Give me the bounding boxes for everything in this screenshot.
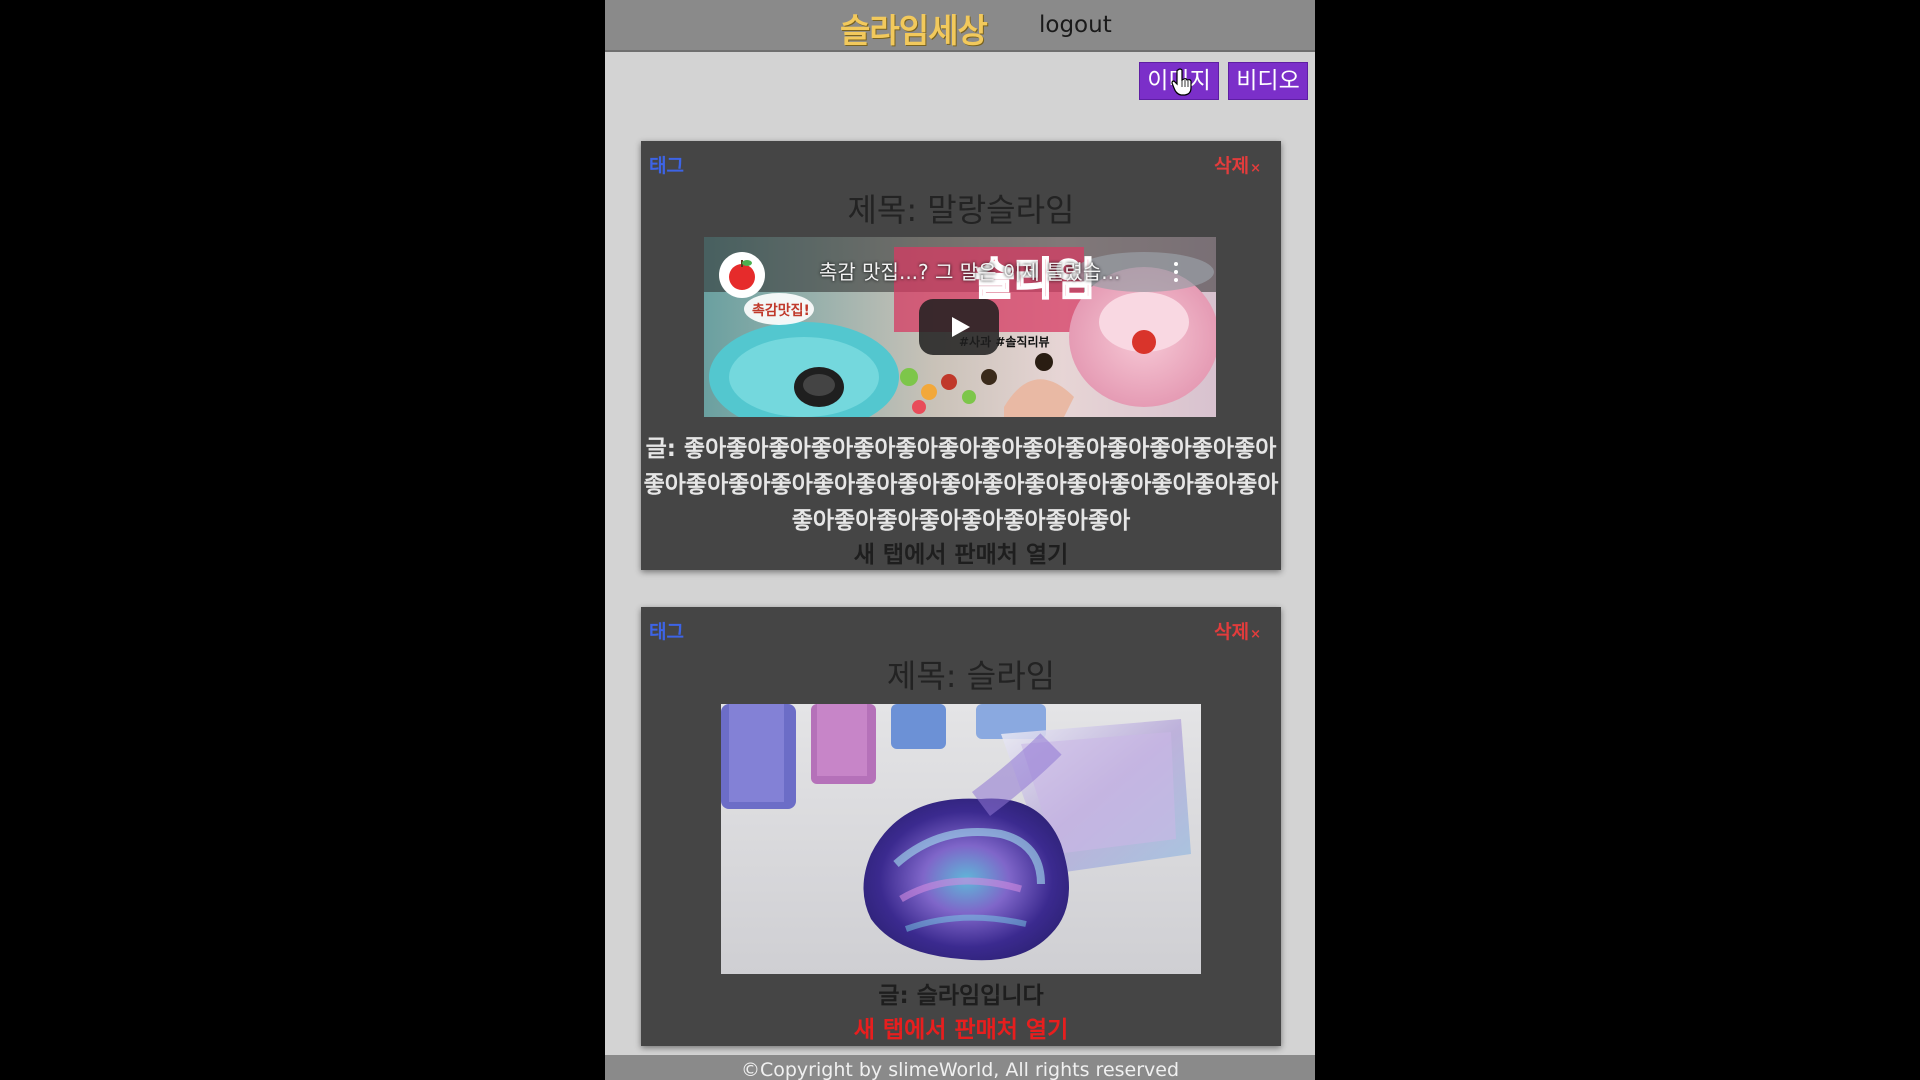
more-options-icon[interactable] <box>1174 261 1178 283</box>
open-seller-link[interactable]: 새 탭에서 판매처 열기 <box>641 535 1281 569</box>
video-filter-button[interactable]: 비디오 <box>1228 62 1308 100</box>
delete-button[interactable]: 삭제× <box>1214 151 1261 178</box>
video-embed[interactable]: 슬라임 촉감맛집! 촉감 맛집...? 그 말은 이제 틀렸습... #사과 #… <box>704 237 1216 417</box>
play-icon <box>952 317 970 337</box>
delete-label: 삭제 <box>1214 155 1250 177</box>
svg-text:촉감맛집!: 촉감맛집! <box>752 302 810 319</box>
post-title: 제목: 슬라임 <box>886 657 1056 695</box>
brand-logo[interactable]: 슬라임세상 <box>840 4 988 52</box>
post-body: 글: 슬라임입니다 <box>878 983 1044 1009</box>
header-bar: 슬라임세상 logout <box>605 0 1315 52</box>
post-image <box>721 704 1201 974</box>
tag-link[interactable]: 태그 <box>649 151 684 178</box>
post-card: 태그 삭제× 제목: 슬라임 글: 슬라임입니다 새 탭에서 판매처 열기 <box>641 607 1281 1046</box>
close-icon: × <box>1250 161 1261 176</box>
post-title: 제목: 말랑슬라임 <box>847 191 1075 229</box>
delete-label: 삭제 <box>1214 621 1250 643</box>
footer-copyright: ©Copyright by slimeWorld, All rights res… <box>605 1055 1315 1080</box>
logout-link[interactable]: logout <box>1039 12 1112 38</box>
post-body: 글: 좋아좋아좋아좋아좋아좋아좋아좋아좋아좋아좋아좋아좋아좋아좋아좋아좋아좋아좋… <box>643 436 1279 534</box>
glitter-slime-image <box>721 704 1201 974</box>
apple-icon <box>729 260 755 290</box>
open-seller-link[interactable]: 새 탭에서 판매처 열기 <box>641 1010 1281 1044</box>
tag-link[interactable]: 태그 <box>649 617 684 644</box>
delete-button[interactable]: 삭제× <box>1214 617 1261 644</box>
channel-avatar[interactable] <box>719 252 765 298</box>
video-title[interactable]: 촉감 맛집...? 그 말은 이제 틀렸습... <box>819 256 1120 285</box>
close-icon: × <box>1250 627 1261 642</box>
play-button[interactable] <box>919 299 999 355</box>
post-card: 태그 삭제× 제목: 말랑슬라임 슬라임 촉감맛집! 촉감 맛집...? 그 말… <box>641 141 1281 570</box>
app-container: 슬라임세상 logout 이미지 비디오 태그 삭제× 제목: 말랑슬라임 <box>605 0 1315 1080</box>
hand-cursor-icon <box>1171 68 1192 96</box>
